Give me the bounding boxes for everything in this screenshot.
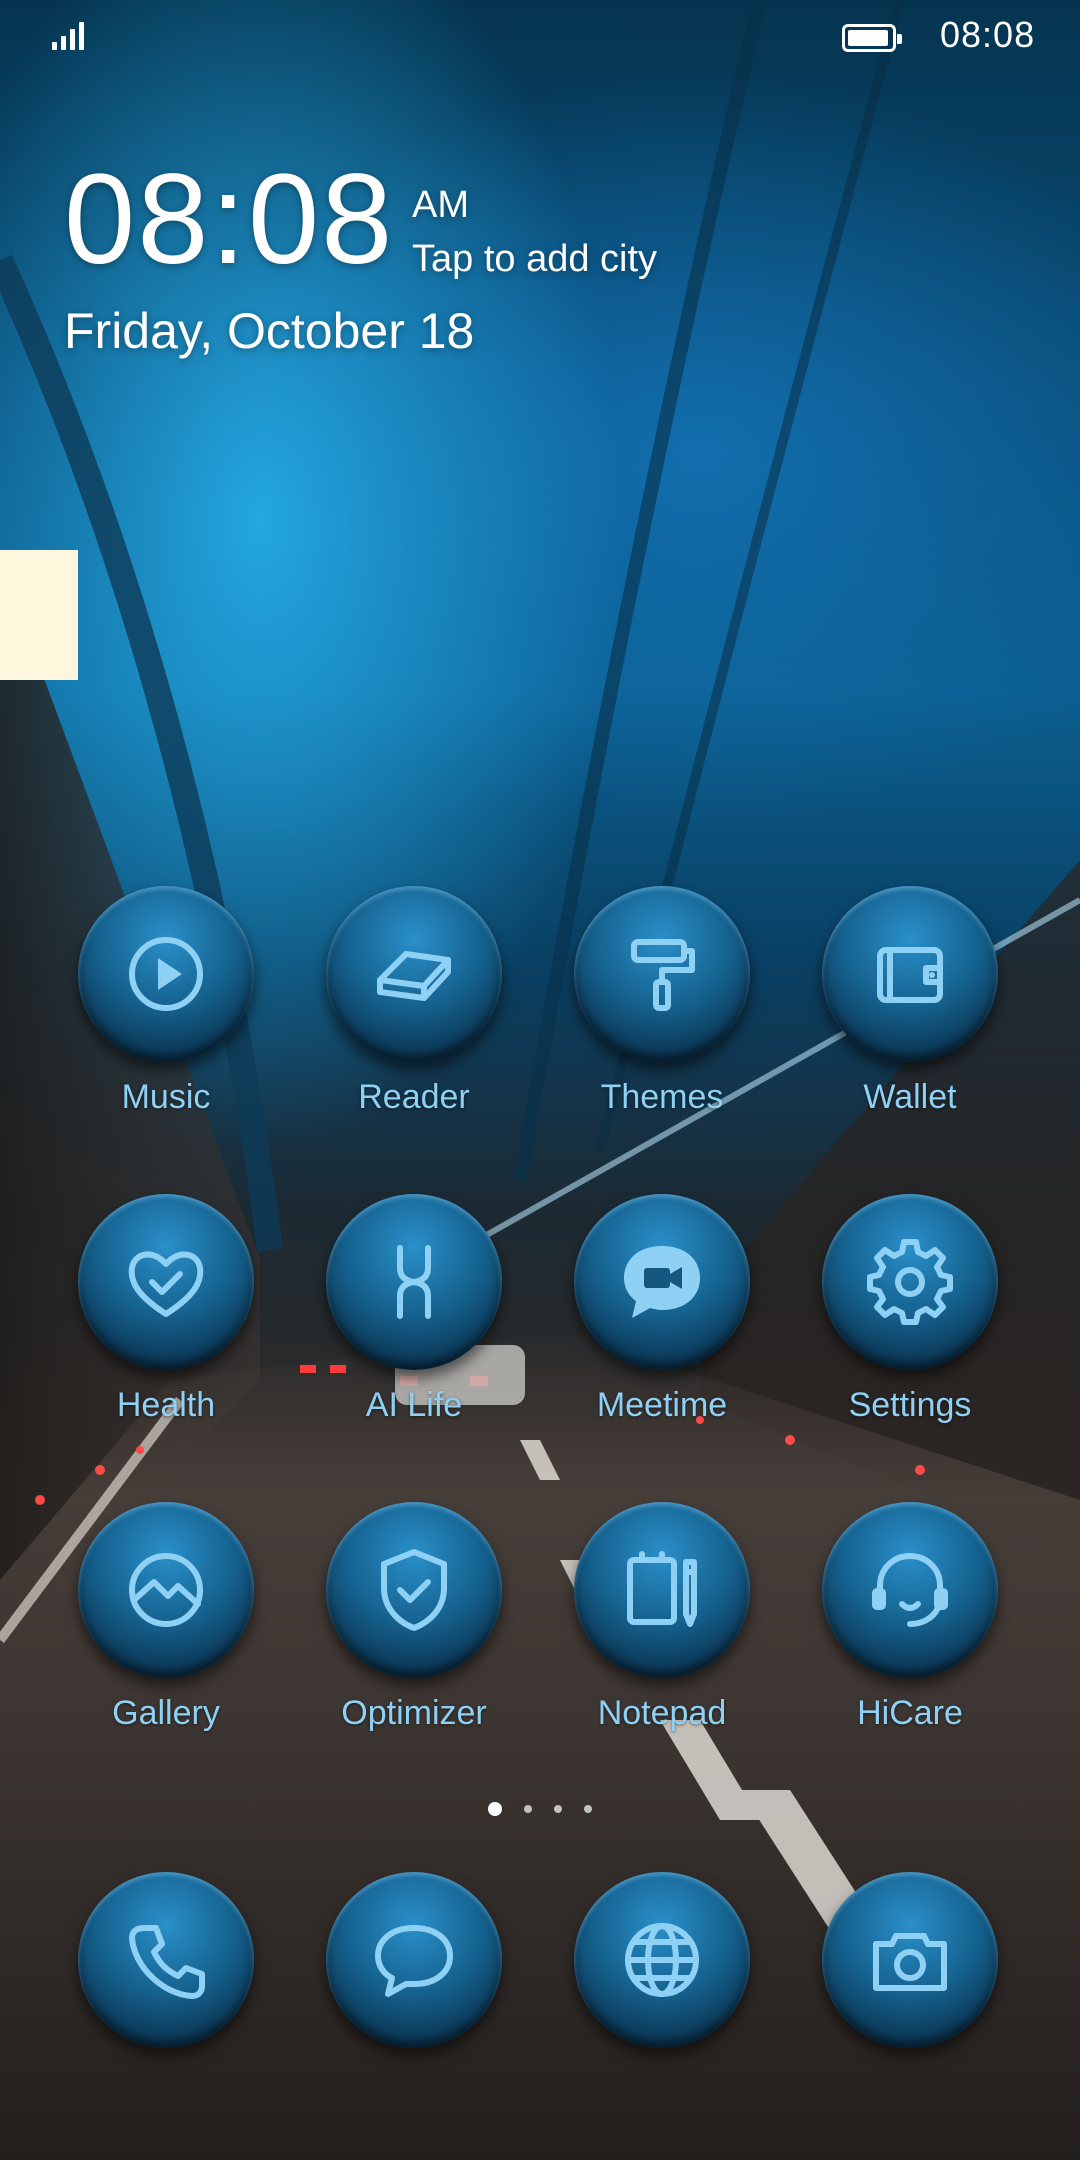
app-icon-button[interactable] xyxy=(822,1194,998,1370)
gear-icon xyxy=(867,1239,953,1325)
app-icon-button[interactable] xyxy=(78,1872,254,2048)
app-label: Meetime xyxy=(596,1386,728,1424)
app-music[interactable]: Music xyxy=(56,886,276,1146)
dock-browser[interactable] xyxy=(552,1872,772,2132)
page-indicator[interactable] xyxy=(0,1802,1080,1816)
headset-icon xyxy=(872,1553,948,1627)
shield-check-icon xyxy=(381,1549,447,1631)
app-label: Gallery xyxy=(112,1694,220,1732)
dock-messages[interactable] xyxy=(304,1872,524,2132)
app-meetime[interactable]: Meetime xyxy=(552,1194,772,1454)
app-label: Notepad xyxy=(597,1694,727,1732)
app-icon-button[interactable] xyxy=(78,1502,254,1678)
add-city-link[interactable]: Tap to add city xyxy=(412,238,657,281)
app-icon-button[interactable] xyxy=(326,1194,502,1370)
app-icon-button[interactable] xyxy=(822,886,998,1062)
page-dot-4[interactable] xyxy=(584,1805,592,1813)
ai-life-icon xyxy=(397,1245,431,1319)
video-chat-icon xyxy=(624,1246,700,1318)
app-label: Themes xyxy=(600,1078,724,1116)
app-label: HiCare xyxy=(857,1694,963,1732)
play-circle-icon xyxy=(129,937,203,1011)
app-label: Settings xyxy=(848,1386,972,1424)
app-icon-button[interactable] xyxy=(822,1502,998,1678)
notepad-icon xyxy=(627,1551,697,1627)
app-label: Health xyxy=(116,1386,216,1424)
app-label: Reader xyxy=(358,1078,470,1116)
battery-fill xyxy=(848,30,888,46)
page-dot-3[interactable] xyxy=(554,1805,562,1813)
app-label: Wallet xyxy=(863,1078,957,1116)
app-icon-button[interactable] xyxy=(574,1502,750,1678)
status-time: 08:08 xyxy=(940,14,1036,55)
gallery-icon xyxy=(129,1553,203,1627)
app-icon-button[interactable] xyxy=(78,886,254,1062)
phone-icon xyxy=(129,1925,205,1999)
app-icon-button[interactable] xyxy=(574,1194,750,1370)
battery-icon xyxy=(842,24,902,52)
app-icon-button[interactable] xyxy=(326,1872,502,2048)
app-icon-button[interactable] xyxy=(326,886,502,1062)
app-icon-button[interactable] xyxy=(574,1872,750,2048)
app-ai-life[interactable]: AI Life xyxy=(304,1194,524,1454)
heart-check-icon xyxy=(128,1251,204,1317)
wallet-icon xyxy=(877,947,943,1003)
app-label: AI Life xyxy=(365,1386,463,1424)
app-icon-button[interactable] xyxy=(822,1872,998,2048)
app-icon-button[interactable] xyxy=(78,1194,254,1370)
dock-camera[interactable] xyxy=(800,1872,1020,2132)
dock-phone[interactable] xyxy=(56,1872,276,2132)
clock-time: 08:08 xyxy=(64,148,395,291)
app-notepad[interactable]: Notepad xyxy=(552,1502,772,1762)
cell-signal-icon xyxy=(52,20,84,50)
app-reader[interactable]: Reader xyxy=(304,886,524,1146)
clock-date: Friday, October 18 xyxy=(64,303,475,359)
paint-roller-icon xyxy=(631,939,695,1011)
app-label: Music xyxy=(121,1078,211,1116)
app-themes[interactable]: Themes xyxy=(552,886,772,1146)
app-settings[interactable]: Settings xyxy=(800,1194,1020,1454)
app-wallet[interactable]: Wallet xyxy=(800,886,1020,1146)
book-icon xyxy=(377,951,451,1001)
message-icon xyxy=(375,1925,453,1997)
app-optimizer[interactable]: Optimizer xyxy=(304,1502,524,1762)
camera-icon xyxy=(873,1933,947,1991)
clock-ampm: AM xyxy=(412,184,469,226)
app-hicare[interactable]: HiCare xyxy=(800,1502,1020,1762)
app-label: Optimizer xyxy=(341,1694,487,1732)
page-dot-1[interactable] xyxy=(488,1802,502,1816)
browser-globe-icon xyxy=(625,1923,699,1997)
app-gallery[interactable]: Gallery xyxy=(56,1502,276,1762)
app-icon-button[interactable] xyxy=(574,886,750,1062)
status-bar: 08:08 xyxy=(0,0,1080,74)
app-icon-button[interactable] xyxy=(326,1502,502,1678)
page-dot-2[interactable] xyxy=(524,1805,532,1813)
app-health[interactable]: Health xyxy=(56,1194,276,1454)
